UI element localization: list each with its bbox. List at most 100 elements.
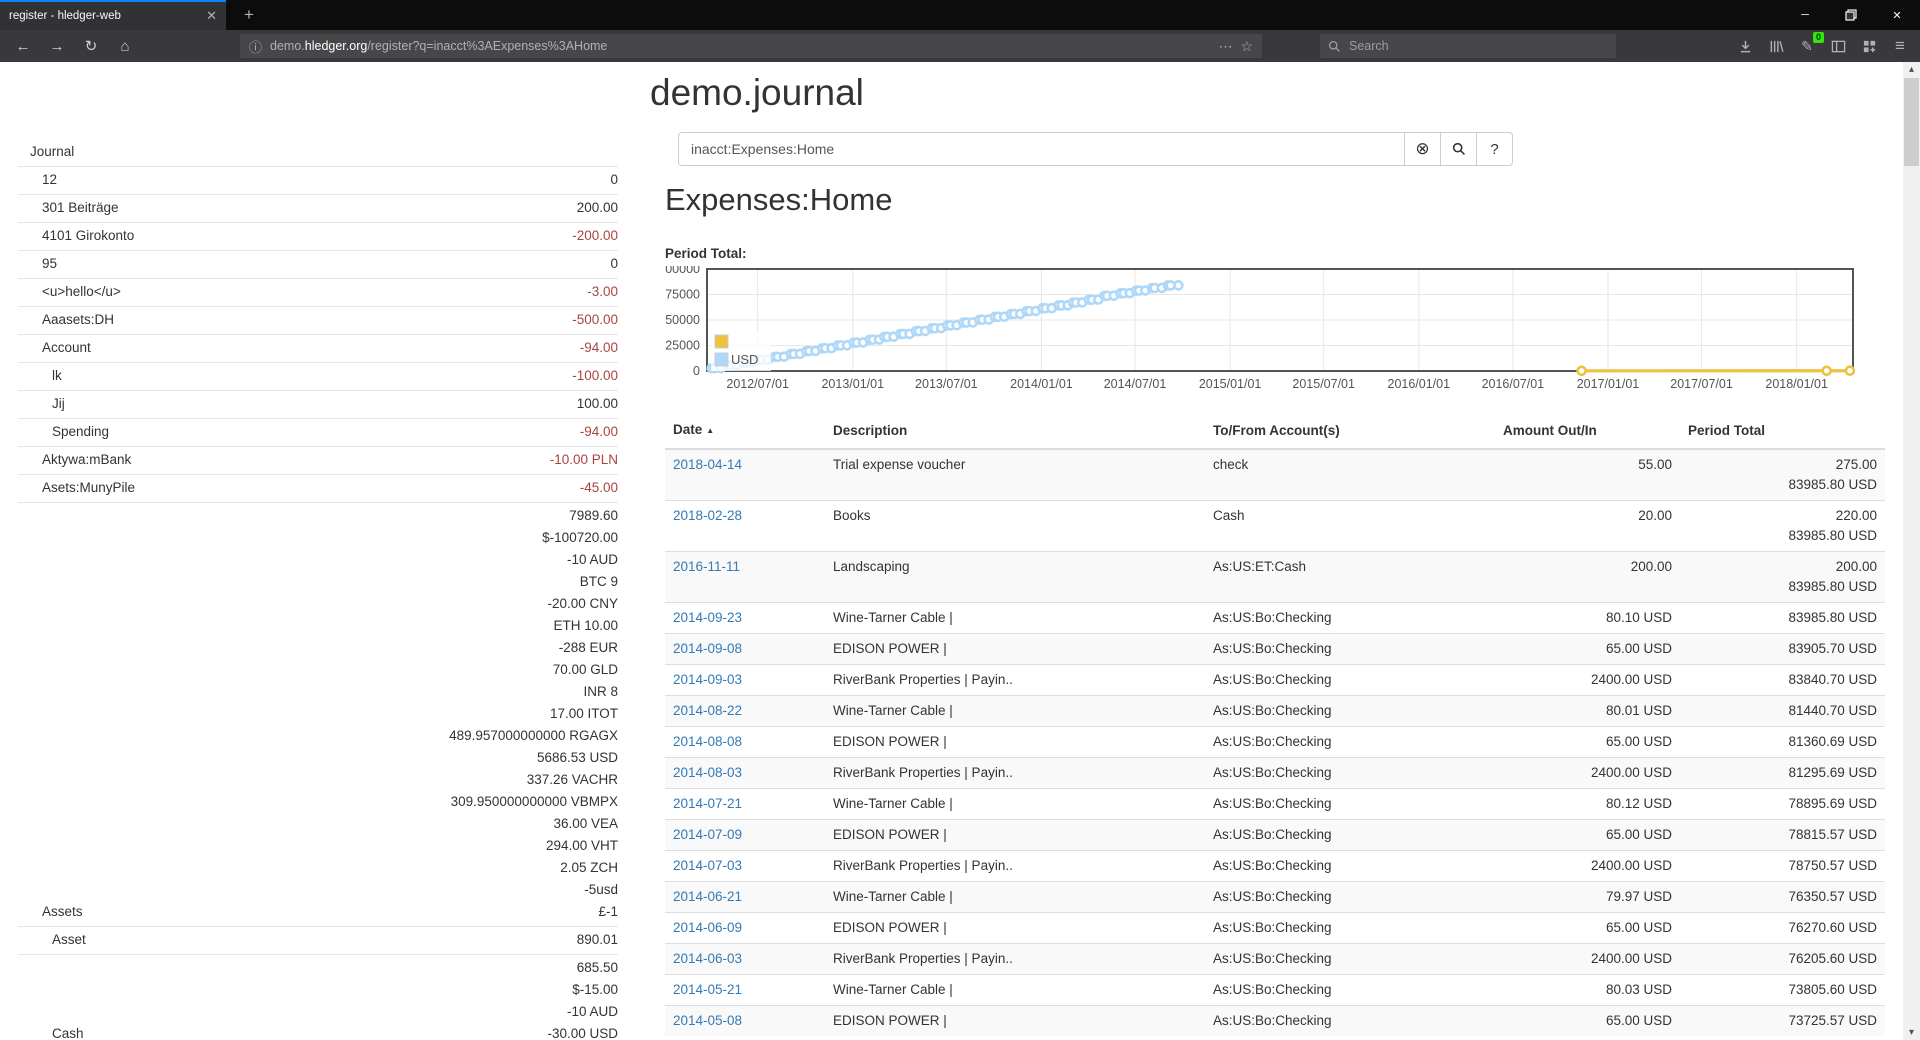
transaction-account: As:US:Bo:Checking [1205,1006,1495,1037]
transaction-date-link[interactable]: 2014-08-08 [673,734,742,749]
account-balance: -10.00 PLN [550,449,618,471]
download-icon[interactable] [1736,37,1754,55]
transaction-date-link[interactable]: 2018-04-14 [673,457,742,472]
sidebar-account-link[interactable]: Asset [18,929,86,951]
url-bar[interactable]: ⓘ demo.hledger.org/register?q=inacct%3AE… [240,34,1262,58]
column-header-date[interactable]: Date▲ [665,414,825,449]
sidebar-account-link[interactable]: Aktywa:mBank [18,449,131,471]
transaction-date-link[interactable]: 2014-09-03 [673,672,742,687]
browser-search-input[interactable]: Search [1320,34,1616,58]
forward-icon[interactable]: → [42,30,72,62]
window-minimize-button[interactable]: ─ [1782,0,1828,30]
sidebar-account-link[interactable]: 12 [18,169,57,191]
transaction-account: As:US:Bo:Checking [1205,634,1495,665]
clear-query-button[interactable]: ⊗ [1404,132,1441,166]
account-balance: 890.01 [577,929,618,951]
period-total: 220.0083985.80 USD [1680,501,1885,552]
transaction-date-link[interactable]: 2014-06-09 [673,920,742,935]
column-header-description[interactable]: Description [825,414,1205,449]
account-balance: 685.50 [547,957,618,979]
transaction-amount: 80.10 USD [1495,603,1680,634]
transaction-date-link[interactable]: 2014-05-08 [673,1013,742,1028]
browser-tab[interactable]: register - hledger-web ✕ [0,0,226,30]
transaction-account: check [1205,449,1495,501]
transaction-amount: 65.00 USD [1495,727,1680,758]
reload-icon[interactable]: ↻ [76,30,106,62]
transaction-account: As:US:Bo:Checking [1205,944,1495,975]
sort-asc-icon: ▲ [706,426,714,435]
sidebar-account-balances: 0 [610,253,618,275]
sidebar-account-link[interactable]: Cash [18,1023,84,1040]
search-button[interactable] [1440,132,1477,166]
pocket-grid-icon[interactable] [1860,37,1878,55]
transaction-date-link[interactable]: 2014-07-09 [673,827,742,842]
transaction-description: RiverBank Properties | Payin.. [825,944,1205,975]
account-balance: 7989.60 [449,505,618,527]
transaction-date-link[interactable]: 2014-07-03 [673,858,742,873]
sidebar-account-link[interactable]: 4101 Girokonto [18,225,134,247]
sidebar-account-row: Asset 890.01 [18,927,618,955]
column-header-to-from-account-s-[interactable]: To/From Account(s) [1205,414,1495,449]
menu-icon[interactable]: ≡ [1891,37,1909,55]
transaction-date-link[interactable]: 2014-06-21 [673,889,742,904]
scroll-up-icon[interactable]: ▴ [1903,62,1920,77]
transaction-amount: 80.03 USD [1495,975,1680,1006]
bookmark-star-icon[interactable]: ☆ [1240,38,1253,55]
table-row: 2014-08-22Wine-Tarner Cable |As:US:Bo:Ch… [665,696,1885,727]
back-icon[interactable]: ← [8,30,38,62]
sidebar-account-link[interactable]: Asets:MunyPile [18,477,135,499]
transaction-date-link[interactable]: 2014-09-23 [673,610,742,625]
sidebar-journal-link[interactable]: Journal [18,138,618,167]
query-input[interactable] [678,132,1405,166]
svg-text:2018/01/01: 2018/01/01 [1765,377,1828,391]
transaction-date-link[interactable]: 2014-08-03 [673,765,742,780]
transaction-description: EDISON POWER | [825,1006,1205,1037]
column-header-amount-out-in[interactable]: Amount Out/In [1495,414,1680,449]
transaction-date-link[interactable]: 2014-05-21 [673,982,742,997]
sidebar-account-link[interactable]: Jij [18,393,65,415]
column-header-period-total[interactable]: Period Total [1680,414,1885,449]
scroll-down-icon[interactable]: ▾ [1903,1025,1920,1040]
page-scrollbar[interactable]: ▴ ▾ [1903,62,1920,1040]
svg-text:25000: 25000 [665,339,700,353]
sidebar-account-link[interactable]: <u>hello</u> [18,281,121,303]
restore-icon [1845,9,1857,21]
sidebar-account-link[interactable]: Aaasets:DH [18,309,114,331]
sidebar-account-link[interactable]: 95 [18,253,57,275]
sidebar-account-balances: 0 [610,169,618,191]
chart-title: Period Total: [665,246,747,261]
new-tab-button[interactable]: + [236,3,262,28]
extension-icon[interactable]: ✎0 [1798,37,1816,55]
library-icon[interactable] [1767,37,1785,55]
account-balance: -20.00 CNY [449,593,618,615]
search-form: ⊗ ? [678,132,1513,166]
sidebar-toggle-icon[interactable] [1829,37,1847,55]
sidebar-account-link[interactable]: Assets [18,901,83,923]
sidebar-account-link[interactable]: Account [18,337,91,359]
page-actions-icon[interactable]: ⋯ [1218,38,1232,55]
page-content: demo.journal ⊗ ? Journal 120301 Beiträge… [0,62,1920,1040]
window-close-button[interactable]: ✕ [1874,0,1920,30]
site-info-icon[interactable]: ⓘ [249,37,262,56]
sidebar-account-link[interactable]: 301 Beiträge [18,197,119,219]
help-button[interactable]: ? [1476,132,1513,166]
transaction-date-link[interactable]: 2014-08-22 [673,703,742,718]
scrollbar-thumb[interactable] [1904,78,1919,166]
transaction-date-link[interactable]: 2014-07-21 [673,796,742,811]
svg-text:2016/01/01: 2016/01/01 [1388,377,1451,391]
home-icon[interactable]: ⌂ [110,30,140,62]
account-balance: 489.957000000000 RGAGX [449,725,618,747]
transaction-date-link[interactable]: 2016-11-11 [673,559,740,574]
transaction-date-link[interactable]: 2014-09-08 [673,641,742,656]
account-balance: -94.00 [580,337,618,359]
tab-close-icon[interactable]: ✕ [206,8,217,24]
period-total-chart[interactable]: 02500050000750001000002012/07/012013/01/… [665,266,1857,396]
transaction-date-link[interactable]: 2014-06-03 [673,951,742,966]
window-restore-button[interactable] [1828,0,1874,30]
sidebar-account-row: Account -94.00 [18,335,618,363]
sidebar-account-link[interactable]: lk [18,365,62,387]
transaction-date-link[interactable]: 2018-02-28 [673,508,742,523]
sidebar-account-link[interactable]: Spending [18,421,109,443]
account-balance: 100.00 [577,393,618,415]
sidebar-account-row: Assets7989.60$-100720.00-10 AUDBTC 9-20.… [18,503,618,927]
